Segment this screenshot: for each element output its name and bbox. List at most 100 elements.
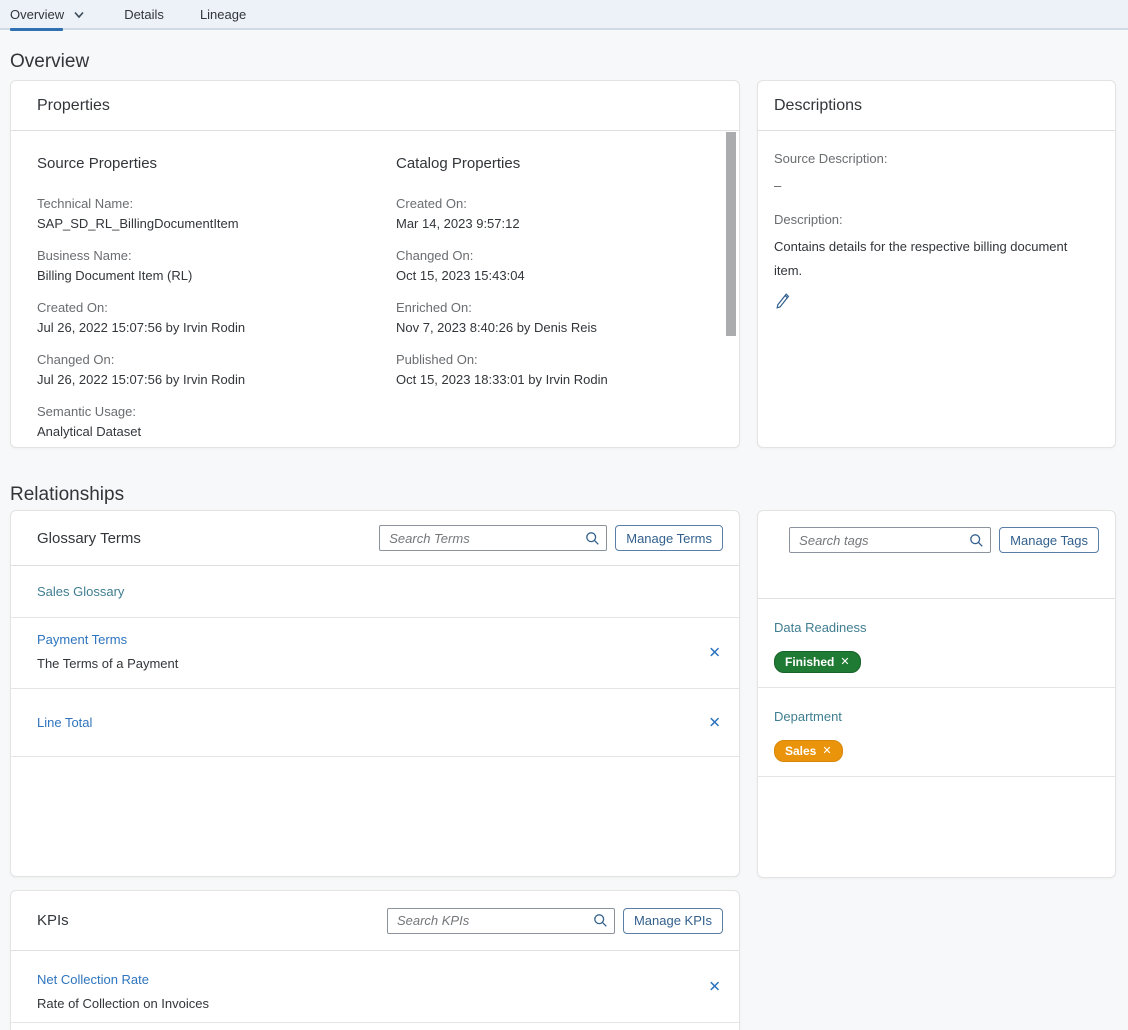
glossary-card-header: Glossary Terms Manage Terms <box>11 511 739 566</box>
glossary-term-row: Payment Terms The Terms of a Payment ✕ <box>11 618 739 689</box>
field-label: Changed On: <box>396 246 713 266</box>
field-value: Analytical Dataset <box>37 422 396 442</box>
vertical-scrollbar-thumb[interactable] <box>726 132 736 336</box>
field-value: Mar 14, 2023 9:57:12 <box>396 214 713 234</box>
field-label: Technical Name: <box>37 194 396 214</box>
kpi-link[interactable]: Net Collection Rate <box>37 972 149 987</box>
glossary-term-row: Line Total ✕ <box>11 689 739 757</box>
tag-group-row: Department Sales ✕ <box>758 688 1115 777</box>
description-value: Contains details for the respective bill… <box>774 235 1095 283</box>
field-label: Created On: <box>37 298 396 318</box>
descriptions-card-header: Descriptions <box>758 81 1115 131</box>
property-field: Business Name: Billing Document Item (RL… <box>37 246 396 286</box>
active-tab-underline <box>10 28 63 31</box>
field-value: Nov 7, 2023 8:40:26 by Denis Reis <box>396 318 713 338</box>
relationships-section-title: Relationships <box>10 484 124 506</box>
field-label: Enriched On: <box>396 298 713 318</box>
field-value: Billing Document Item (RL) <box>37 266 396 286</box>
tab-lineage[interactable]: Lineage <box>200 0 246 29</box>
kpi-description: Rate of Collection on Invoices <box>37 996 739 1011</box>
property-field: Changed On: Jul 26, 2022 15:07:56 by Irv… <box>37 350 396 390</box>
tag-category-link[interactable]: Data Readiness <box>774 620 867 635</box>
field-label: Published On: <box>396 350 713 370</box>
catalog-properties-title: Catalog Properties <box>396 155 713 172</box>
glossary-term-link[interactable]: Payment Terms <box>37 632 127 647</box>
field-value: Jul 26, 2022 15:07:56 by Irvin Rodin <box>37 318 396 338</box>
glossary-term-description: The Terms of a Payment <box>37 656 739 671</box>
search-icon[interactable] <box>593 913 608 928</box>
field-label: Created On: <box>396 194 713 214</box>
property-field: Semantic Usage: Analytical Dataset <box>37 402 396 442</box>
tags-card: Manage Tags Data Readiness Finished ✕ De… <box>757 510 1116 878</box>
field-label: Business Name: <box>37 246 396 266</box>
search-terms-input[interactable] <box>389 531 585 546</box>
remove-term-icon[interactable]: ✕ <box>708 646 721 661</box>
property-field: Enriched On: Nov 7, 2023 8:40:26 by Deni… <box>396 298 713 338</box>
tab-details-label: Details <box>124 7 164 22</box>
field-value: Oct 15, 2023 18:33:01 by Irvin Rodin <box>396 370 713 390</box>
field-value: Oct 15, 2023 15:43:04 <box>396 266 713 286</box>
properties-card-title: Properties <box>37 97 110 115</box>
manage-terms-button[interactable]: Manage Terms <box>615 525 723 551</box>
catalog-properties-column: Catalog Properties Created On: Mar 14, 2… <box>396 155 713 448</box>
source-description-value: – <box>774 176 1095 196</box>
tab-overview[interactable]: Overview <box>10 0 85 29</box>
tab-details[interactable]: Details <box>124 0 164 29</box>
tag-token-label: Sales <box>785 744 816 758</box>
search-kpis-box <box>387 908 615 934</box>
tag-group-row: Data Readiness Finished ✕ <box>758 599 1115 688</box>
tag-token-sales: Sales ✕ <box>774 740 843 762</box>
glossary-card-title: Glossary Terms <box>37 530 141 547</box>
manage-kpis-button[interactable]: Manage KPIs <box>623 908 723 934</box>
properties-card-body: Source Properties Technical Name: SAP_SD… <box>11 131 739 447</box>
kpi-row: Net Collection Rate Rate of Collection o… <box>11 951 739 1023</box>
page-title: Overview <box>10 51 89 73</box>
kpis-card-title: KPIs <box>37 912 69 929</box>
search-terms-box <box>379 525 607 551</box>
remove-kpi-icon[interactable]: ✕ <box>708 979 721 994</box>
source-properties-column: Source Properties Technical Name: SAP_SD… <box>37 155 396 448</box>
field-label: Semantic Usage: <box>37 402 396 422</box>
glossary-term-link[interactable]: Line Total <box>37 715 92 730</box>
remove-tag-icon[interactable]: ✕ <box>822 744 831 758</box>
tag-category-link[interactable]: Department <box>774 709 842 724</box>
tab-lineage-label: Lineage <box>200 7 246 22</box>
tag-token-label: Finished <box>785 655 834 669</box>
descriptions-card-title: Descriptions <box>774 97 862 115</box>
tags-card-header: Manage Tags <box>758 511 1115 599</box>
tab-overview-label: Overview <box>10 7 64 22</box>
search-kpis-input[interactable] <box>397 913 593 928</box>
property-field: Changed On: Oct 15, 2023 15:43:04 <box>396 246 713 286</box>
properties-card-header: Properties <box>11 81 739 131</box>
kpis-card: KPIs Manage KPIs Net Collection Rate Rat… <box>10 890 740 1030</box>
field-value: Jul 26, 2022 15:07:56 by Irvin Rodin <box>37 370 396 390</box>
remove-term-icon[interactable]: ✕ <box>708 715 721 730</box>
property-field: Created On: Mar 14, 2023 9:57:12 <box>396 194 713 234</box>
remove-tag-icon[interactable]: ✕ <box>840 655 849 669</box>
edit-description-button[interactable] <box>774 292 791 310</box>
field-label: Changed On: <box>37 350 396 370</box>
property-field: Published On: Oct 15, 2023 18:33:01 by I… <box>396 350 713 390</box>
descriptions-card: Descriptions Source Description: – Descr… <box>757 80 1116 448</box>
descriptions-card-body: Source Description: – Description: Conta… <box>758 131 1115 315</box>
chevron-down-icon[interactable] <box>73 11 85 19</box>
manage-tags-button[interactable]: Manage Tags <box>999 527 1099 553</box>
tag-token-finished: Finished ✕ <box>774 651 861 673</box>
property-field: Technical Name: SAP_SD_RL_BillingDocumen… <box>37 194 396 234</box>
icon-tab-bar: Overview Details Lineage <box>0 0 1128 30</box>
properties-card: Properties Source Properties Technical N… <box>10 80 740 448</box>
search-icon[interactable] <box>585 531 600 546</box>
source-properties-title: Source Properties <box>37 155 396 172</box>
property-field: Created On: Jul 26, 2022 15:07:56 by Irv… <box>37 298 396 338</box>
kpis-card-header: KPIs Manage KPIs <box>11 891 739 951</box>
search-tags-input[interactable] <box>799 533 969 548</box>
glossary-terms-card: Glossary Terms Manage Terms Sales Glossa… <box>10 510 740 877</box>
glossary-group-link[interactable]: Sales Glossary <box>37 584 124 599</box>
search-icon[interactable] <box>969 533 984 548</box>
field-value: SAP_SD_RL_BillingDocumentItem <box>37 214 396 234</box>
description-label: Description: <box>774 210 1095 230</box>
pencil-icon <box>774 292 791 310</box>
source-description-label: Source Description: <box>774 149 1095 169</box>
glossary-group-row: Sales Glossary <box>11 566 739 618</box>
search-tags-box <box>789 527 991 553</box>
